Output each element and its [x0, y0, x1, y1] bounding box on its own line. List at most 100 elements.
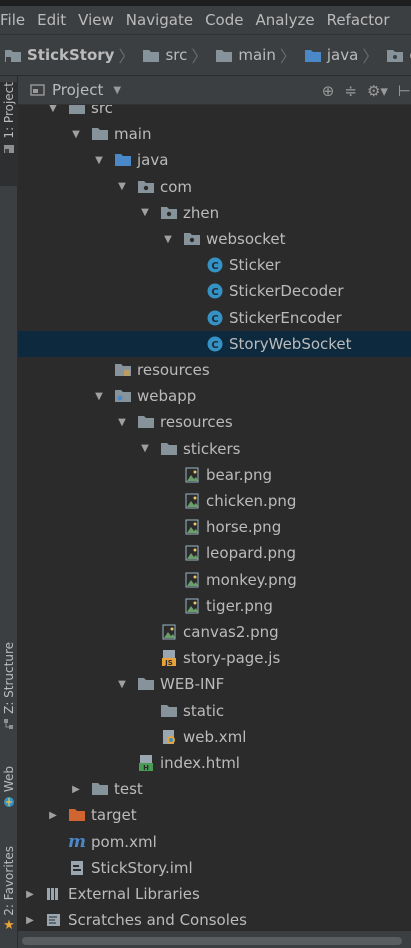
tool-tab-structure[interactable]: Z: Structure — [0, 642, 18, 742]
tree-node-label: External Libraries — [68, 885, 200, 903]
folder-icon — [216, 49, 233, 62]
tree-node[interactable]: C Sticker — [18, 252, 411, 278]
expand-arrow-down-icon[interactable]: ▼ — [93, 391, 105, 402]
tree-node[interactable]: monkey.png — [18, 567, 411, 593]
breadcrumb-item-com[interactable]: com — [382, 46, 411, 64]
expand-arrow-down-icon[interactable]: ▼ — [139, 443, 151, 454]
breadcrumb-label: StickStory — [27, 46, 115, 64]
tree-node[interactable]: web.xml — [18, 724, 411, 750]
js-file-icon: JS — [161, 650, 177, 667]
expand-arrow-right-icon[interactable]: ▶ — [24, 915, 36, 926]
expand-arrow-down-icon[interactable]: ▼ — [47, 105, 59, 114]
project-folder-icon — [5, 49, 21, 62]
menu-refactor[interactable]: Refactor — [321, 11, 396, 29]
tree-node[interactable]: ▼ src — [18, 105, 411, 121]
menu-edit[interactable]: Edit — [31, 11, 72, 29]
breadcrumb-item-src[interactable]: src — [138, 46, 187, 64]
chevron-down-icon[interactable]: ▼ — [113, 85, 121, 96]
tree-node[interactable]: ▶ test — [18, 776, 411, 802]
horizontal-scrollbar[interactable] — [18, 931, 411, 948]
expand-arrow-right-icon[interactable]: ▶ — [24, 889, 36, 900]
scrollbar-thumb[interactable] — [22, 937, 402, 945]
tree-node-label: monkey.png — [206, 570, 297, 589]
image-file-icon — [184, 598, 200, 614]
tree-node[interactable]: ▼ websocket — [18, 226, 411, 252]
tree-node[interactable]: ▼ com — [18, 174, 411, 200]
tree-node[interactable]: ▼ stickers — [18, 436, 411, 462]
expand-arrow-down-icon[interactable]: ▼ — [139, 207, 151, 218]
collapse-all-icon[interactable]: ≑ — [344, 82, 357, 100]
tree-node[interactable]: ▶ Scratches and Consoles — [18, 907, 411, 931]
svg-text:C: C — [211, 261, 218, 272]
folder-icon — [92, 781, 108, 797]
breadcrumb-label: main — [238, 46, 276, 64]
xml-file-icon — [161, 729, 177, 745]
breadcrumb-label: src — [165, 46, 188, 64]
tree-node[interactable]: static — [18, 698, 411, 724]
tree-node[interactable]: tiger.png — [18, 593, 411, 619]
tree-node[interactable]: ▼ main — [18, 121, 411, 147]
tree-node[interactable]: C StoryWebSocket — [18, 330, 411, 357]
tree-node[interactable]: JS story-page.js — [18, 645, 411, 671]
tree-node[interactable]: ▼ java — [18, 147, 411, 173]
class-icon: C — [207, 336, 223, 352]
tree-node-label: src — [91, 105, 113, 117]
panel-title[interactable]: Project — [52, 81, 103, 99]
expand-arrow-right-icon[interactable]: ▶ — [47, 810, 59, 821]
package-icon — [138, 179, 154, 195]
tree-node[interactable]: bear.png — [18, 462, 411, 488]
menu-code[interactable]: Code — [199, 11, 249, 29]
expand-arrow-right-icon[interactable]: ▶ — [70, 784, 82, 795]
tree-node[interactable]: StickStory.iml — [18, 855, 411, 881]
tool-tab-project[interactable]: 1: Project — [0, 82, 18, 186]
tree-node[interactable]: ▼ WEB-INF — [18, 671, 411, 697]
tree-node[interactable]: ▼ zhen — [18, 200, 411, 226]
tree-node[interactable]: m pom.xml — [18, 829, 411, 855]
star-icon: ★ — [3, 917, 15, 933]
folder-icon — [143, 49, 160, 62]
tool-tab-web[interactable]: Web — [0, 766, 18, 822]
tree-node-label: webapp — [137, 387, 197, 406]
tree-node-label: StoryWebSocket — [229, 334, 352, 353]
tree-node[interactable]: horse.png — [18, 514, 411, 540]
tree-node-label: resources — [160, 413, 233, 432]
expand-arrow-down-icon[interactable]: ▼ — [116, 679, 128, 690]
tree-node[interactable]: ▶ External Libraries — [18, 881, 411, 907]
breadcrumb-item-project[interactable]: StickStory — [0, 46, 114, 64]
tree-node-label: story-page.js — [183, 649, 281, 668]
folder-icon — [161, 703, 177, 719]
breadcrumb-item-main[interactable]: main — [211, 46, 276, 64]
locate-icon[interactable]: ⊕ — [322, 82, 335, 100]
expand-arrow-down-icon[interactable]: ▼ — [116, 417, 128, 428]
tree-node-label: horse.png — [206, 518, 282, 537]
chevron-right-icon: 〉 — [362, 47, 379, 66]
tree-node-label: zhen — [183, 203, 220, 222]
menu-view[interactable]: View — [72, 11, 120, 29]
tree-node[interactable]: canvas2.png — [18, 619, 411, 645]
tree-node[interactable]: C StickerDecoder — [18, 278, 411, 304]
tree-node[interactable]: ▼ resources — [18, 409, 411, 435]
expand-arrow-down-icon[interactable]: ▼ — [116, 181, 128, 192]
tool-tab-favorites[interactable]: 2: Favorites ★ — [0, 846, 18, 940]
project-panel-header: Project ▼ ⊕ ≑ ⚙▾ ⊢ — [18, 76, 411, 105]
menu-file[interactable]: File — [0, 11, 31, 29]
tree-node[interactable]: resources — [18, 357, 411, 383]
tree-node[interactable]: ▶ target — [18, 802, 411, 828]
image-file-icon — [184, 545, 200, 561]
tree-node[interactable]: Hindex.html — [18, 750, 411, 776]
expand-arrow-down-icon[interactable]: ▼ — [93, 155, 105, 166]
image-file-icon — [184, 467, 200, 483]
expand-arrow-down-icon[interactable]: ▼ — [70, 129, 82, 140]
settings-gear-icon[interactable]: ⚙▾ — [367, 82, 388, 100]
hide-panel-icon[interactable]: ⊢ — [398, 82, 411, 100]
breadcrumb-item-java[interactable]: java — [300, 46, 358, 64]
tree-node[interactable]: ▼ webapp — [18, 383, 411, 409]
tree-node[interactable]: C StickerEncoder — [18, 305, 411, 331]
html-file-icon: H — [138, 755, 154, 771]
svg-text:C: C — [211, 340, 218, 351]
menu-analyze[interactable]: Analyze — [249, 11, 320, 29]
tree-node[interactable]: chicken.png — [18, 488, 411, 514]
expand-arrow-down-icon[interactable]: ▼ — [162, 234, 174, 245]
menu-navigate[interactable]: Navigate — [120, 11, 199, 29]
tree-node[interactable]: leopard.png — [18, 540, 411, 566]
